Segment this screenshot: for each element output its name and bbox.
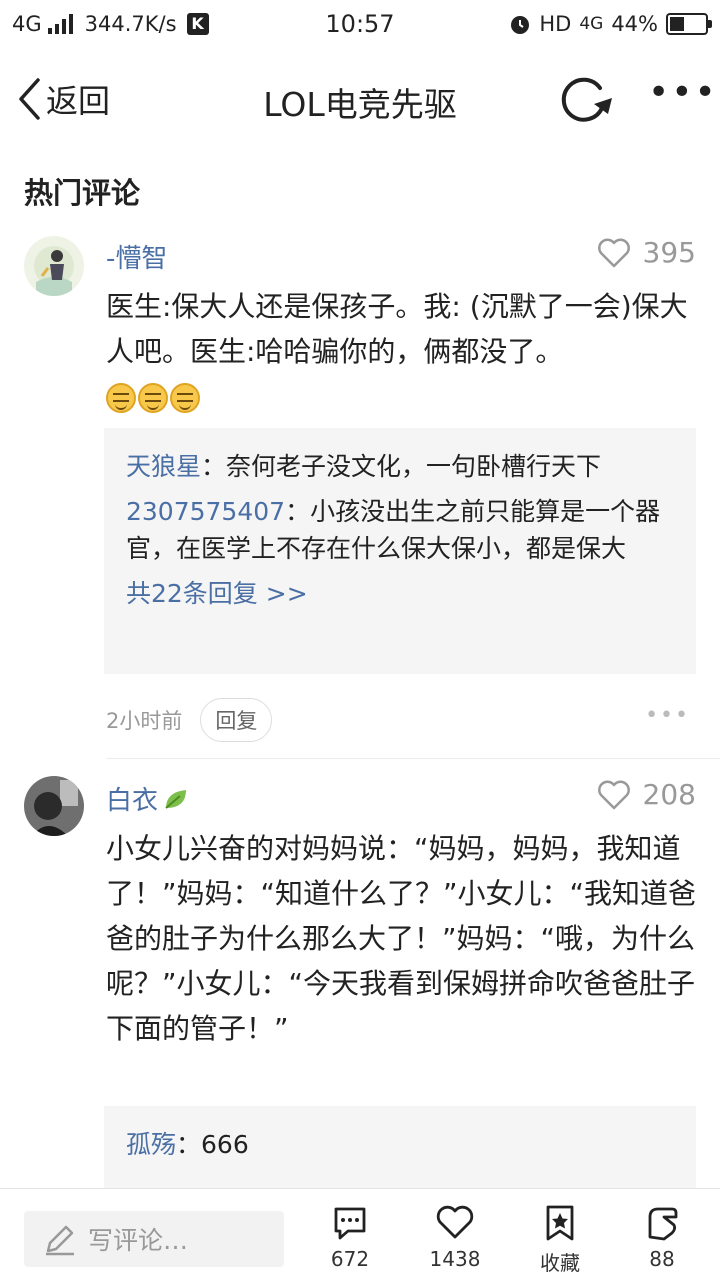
- nav-bar: 返回 LOL电竞先驱 •••: [0, 58, 720, 138]
- network2-label: 4G: [579, 14, 604, 34]
- avatar[interactable]: [24, 776, 84, 836]
- comment-bubble-icon: [334, 1207, 366, 1240]
- comment-username-text: 白衣: [106, 786, 159, 816]
- emoji-smirk-icon: [170, 383, 200, 413]
- share-count: 88: [649, 1247, 675, 1271]
- reply-username[interactable]: 孤殇: [126, 1130, 176, 1159]
- divider: [106, 758, 720, 759]
- comments-count: 672: [330, 1247, 370, 1271]
- status-bar: 4G 344.7K/s K 10:57 HD 4G 44%: [0, 0, 720, 50]
- bookmark-star-icon: [546, 1205, 574, 1241]
- reply-separator: ：: [176, 1130, 202, 1159]
- like-count: 395: [642, 236, 696, 269]
- reply-item: 2307575407：小孩没出生之前只能算是一个器官，在医学上不存在什么保大保小…: [126, 493, 674, 567]
- favorite-label: 收藏: [540, 1251, 580, 1275]
- reply-text: 666: [201, 1130, 249, 1159]
- reply-text: 奈何老子没文化，一句卧槽行天下: [226, 452, 602, 481]
- heart-icon: [436, 1205, 474, 1239]
- comment-time: 2小时前: [106, 709, 183, 733]
- likes-count: 1438: [429, 1247, 481, 1271]
- like-button[interactable]: 208: [597, 778, 696, 811]
- comment-meta: 2小时前 回复: [106, 698, 273, 742]
- reply-button[interactable]: 回复: [200, 698, 273, 742]
- bottom-bar: 写评论… 672 1438 收藏 88: [0, 1188, 720, 1280]
- reply-item: 孤殇：666: [126, 1126, 674, 1163]
- more-replies-link[interactable]: 共22条回复 >>: [126, 575, 674, 612]
- comment-more-icon[interactable]: •••: [645, 703, 690, 728]
- reply-separator: ：: [285, 497, 311, 526]
- comment-username[interactable]: -懵智: [106, 238, 167, 275]
- comment-input[interactable]: 写评论…: [24, 1211, 284, 1267]
- hd-label: HD: [539, 12, 572, 36]
- alarm-icon: [511, 16, 530, 34]
- comment-username[interactable]: 白衣: [106, 780, 190, 817]
- more-icon[interactable]: •••: [648, 72, 718, 113]
- section-title: 热门评论: [24, 176, 141, 210]
- heart-icon: [597, 780, 630, 809]
- share-hand-icon: [648, 1207, 678, 1241]
- comment-text: 小女儿兴奋的对妈妈说：“妈妈，妈妈，我知道了！”妈妈：“知道什么了？”小女儿：“…: [106, 832, 697, 1045]
- avatar[interactable]: [24, 236, 84, 296]
- reply-username[interactable]: 天狼星: [126, 452, 201, 481]
- refresh-icon[interactable]: [558, 74, 614, 126]
- battery-percent: 44%: [611, 12, 658, 36]
- battery-icon: [666, 13, 712, 35]
- heart-icon: [597, 238, 630, 267]
- pencil-icon: [46, 1225, 74, 1256]
- emoji-smirk-icon: [138, 383, 168, 413]
- reply-box[interactable]: 孤殇：666: [104, 1106, 696, 1188]
- comment-input-placeholder: 写评论…: [88, 1226, 189, 1255]
- like-button[interactable]: 395: [597, 236, 696, 269]
- reply-username[interactable]: 2307575407: [126, 497, 285, 526]
- like-article-button[interactable]: 1438: [415, 1203, 495, 1271]
- emoji-group: [106, 383, 200, 413]
- favorite-button[interactable]: 收藏: [520, 1203, 600, 1276]
- reply-item: 天狼星：奈何老子没文化，一句卧槽行天下: [126, 448, 674, 485]
- comments-button[interactable]: 672: [310, 1203, 390, 1271]
- share-button[interactable]: 88: [622, 1203, 702, 1271]
- emoji-smirk-icon: [106, 383, 136, 413]
- like-count: 208: [642, 778, 696, 811]
- comment-body: 医生:保大人还是保孩子。我: (沉默了一会)保大人吧。医生:哈哈骗你的，俩都没了…: [106, 290, 688, 368]
- reply-separator: ：: [201, 452, 227, 481]
- leaf-badge-icon: [165, 789, 187, 809]
- reply-box[interactable]: 天狼星：奈何老子没文化，一句卧槽行天下 2307575407：小孩没出生之前只能…: [104, 428, 696, 674]
- comment-text: 医生:保大人还是保孩子。我: (沉默了一会)保大人吧。医生:哈哈骗你的，俩都没了…: [106, 284, 702, 419]
- status-right: HD 4G 44%: [509, 12, 712, 36]
